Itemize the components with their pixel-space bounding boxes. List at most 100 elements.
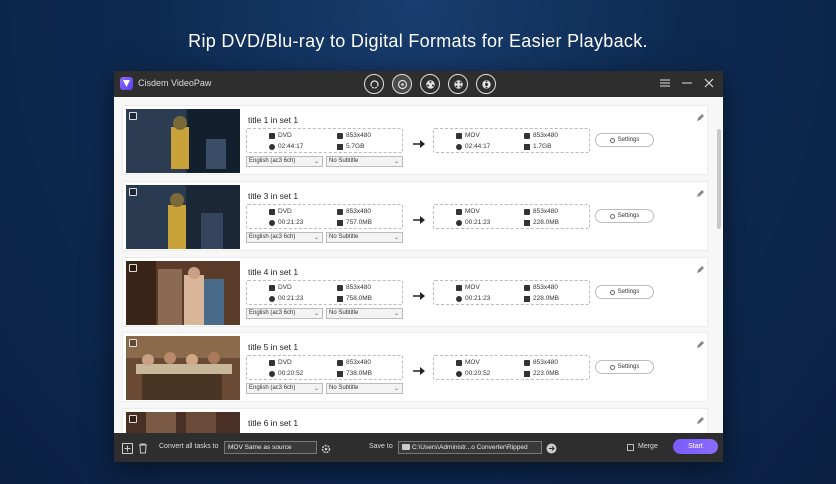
- output-format: MOV: [465, 359, 480, 366]
- edit-icon[interactable]: [696, 412, 704, 430]
- output-format: MOV: [465, 132, 480, 139]
- audio-dropdown[interactable]: English (ac3 6ch) ⌄: [246, 232, 323, 243]
- save-to-label: Save to: [369, 443, 393, 450]
- arrow-right-icon: [413, 135, 425, 153]
- source-info: DVD 00:21:23 853x480 757.0MB: [246, 204, 403, 229]
- output-size: 223.0MB: [533, 370, 560, 377]
- format-select[interactable]: MOV Same as source: [224, 441, 317, 454]
- disc-reel-icon[interactable]: [476, 74, 496, 94]
- resolution-icon: [337, 132, 343, 139]
- app-window: Cisdem VideoPaw title 1 in set 1 DVD 02:…: [114, 71, 723, 462]
- ripper-icon[interactable]: [392, 74, 412, 94]
- output-size: 228.0MB: [533, 295, 560, 302]
- source-duration: 00:20:52: [278, 370, 304, 377]
- gear-icon[interactable]: [321, 441, 331, 459]
- item-title: title 1 in set 1: [248, 115, 299, 125]
- filesize-icon: [524, 295, 530, 302]
- source-info: DVD 00:20:52 853x480 738.0MB: [246, 355, 403, 380]
- clock-icon: [456, 143, 462, 150]
- settings-button[interactable]: Settings: [595, 209, 654, 223]
- output-resolution: 853x480: [533, 132, 558, 139]
- output-info: MOV 00:21:23 853x480 228.0MB: [433, 280, 590, 305]
- audio-dropdown[interactable]: English (ac3 6ch) ⌄: [246, 383, 323, 394]
- chevron-down-icon: ⌄: [393, 235, 399, 241]
- filesize-icon: [337, 295, 343, 302]
- edit-icon[interactable]: [696, 336, 704, 354]
- item-checkbox[interactable]: [129, 112, 137, 120]
- output-duration: 02:44:17: [465, 143, 491, 150]
- audio-dropdown[interactable]: English (ac3 6ch) ⌄: [246, 156, 323, 167]
- gear-icon: [609, 364, 615, 370]
- item-checkbox[interactable]: [129, 264, 137, 272]
- menu-icon[interactable]: [659, 76, 671, 90]
- bottom-bar: Convert all tasks to MOV Same as source …: [114, 433, 723, 462]
- list-item: title 1 in set 1 DVD 02:44:17 853x480 5.…: [122, 105, 708, 175]
- scrollbar[interactable]: [717, 129, 721, 229]
- chevron-down-icon: ⌄: [393, 311, 399, 317]
- film-icon: [456, 208, 462, 215]
- video-thumbnail[interactable]: [126, 412, 240, 433]
- settings-button[interactable]: Settings: [595, 285, 654, 299]
- film-icon: [269, 132, 275, 139]
- clock-icon: [269, 295, 275, 302]
- edit-icon[interactable]: [696, 261, 704, 279]
- filesize-icon: [337, 219, 343, 226]
- add-file-icon[interactable]: [122, 441, 133, 459]
- converter-icon[interactable]: [364, 74, 384, 94]
- edit-icon[interactable]: [696, 185, 704, 203]
- arrow-right-icon: [413, 211, 425, 229]
- merge-checkbox[interactable]: [627, 444, 634, 451]
- filesize-icon: [337, 143, 343, 150]
- open-folder-icon[interactable]: [546, 441, 557, 459]
- title-bar: Cisdem VideoPaw: [114, 71, 723, 97]
- video-thumbnail[interactable]: [126, 109, 240, 173]
- item-checkbox[interactable]: [129, 415, 137, 423]
- settings-button[interactable]: Settings: [595, 133, 654, 147]
- item-title: title 4 in set 1: [248, 267, 299, 277]
- minimize-icon[interactable]: [681, 76, 693, 90]
- source-info: DVD 02:44:17 853x480 5.7GB: [246, 128, 403, 153]
- video-thumbnail[interactable]: [126, 336, 240, 400]
- settings-button[interactable]: Settings: [595, 360, 654, 374]
- filesize-icon: [524, 219, 530, 226]
- item-checkbox[interactable]: [129, 339, 137, 347]
- output-info: MOV 00:21:23 853x480 228.0MB: [433, 204, 590, 229]
- filesize-icon: [524, 370, 530, 377]
- list-item: title 4 in set 1 DVD 00:21:23 853x480 75…: [122, 257, 708, 327]
- chevron-down-icon: ⌄: [313, 235, 319, 241]
- film-icon: [269, 359, 275, 366]
- resolution-icon: [524, 284, 530, 291]
- film-icon: [269, 284, 275, 291]
- video-thumbnail[interactable]: [126, 261, 240, 325]
- gear-icon: [609, 213, 615, 219]
- source-duration: 00:21:23: [278, 295, 304, 302]
- subtitle-dropdown[interactable]: No Subtitle ⌄: [326, 308, 403, 319]
- source-size: 5.7GB: [346, 143, 365, 150]
- subtitle-dropdown[interactable]: No Subtitle ⌄: [326, 156, 403, 167]
- save-path-field[interactable]: C:\Users\Administr...o Converter\Ripped: [398, 441, 542, 454]
- clock-icon: [456, 295, 462, 302]
- merge-label: Merge: [638, 443, 658, 450]
- subtitle-dropdown[interactable]: No Subtitle ⌄: [326, 232, 403, 243]
- list-item: title 5 in set 1 DVD 00:20:52 853x480 73…: [122, 332, 708, 402]
- video-thumbnail[interactable]: [126, 185, 240, 249]
- window-controls: [659, 76, 715, 90]
- reel-icon[interactable]: [420, 74, 440, 94]
- chevron-down-icon: ⌄: [313, 386, 319, 392]
- film-icon: [456, 359, 462, 366]
- output-size: 228.0MB: [533, 219, 560, 226]
- film-reel-icon[interactable]: [448, 74, 468, 94]
- film-icon: [456, 284, 462, 291]
- title-list[interactable]: title 1 in set 1 DVD 02:44:17 853x480 5.…: [114, 97, 723, 433]
- item-checkbox[interactable]: [129, 188, 137, 196]
- audio-dropdown[interactable]: English (ac3 6ch) ⌄: [246, 308, 323, 319]
- chevron-down-icon: ⌄: [313, 311, 319, 317]
- source-format: DVD: [278, 132, 292, 139]
- trash-icon[interactable]: [138, 441, 148, 459]
- edit-icon[interactable]: [696, 109, 704, 127]
- subtitle-dropdown[interactable]: No Subtitle ⌄: [326, 383, 403, 394]
- film-icon: [269, 208, 275, 215]
- source-format: DVD: [278, 208, 292, 215]
- close-icon[interactable]: [703, 76, 715, 90]
- start-button[interactable]: Start: [673, 439, 718, 454]
